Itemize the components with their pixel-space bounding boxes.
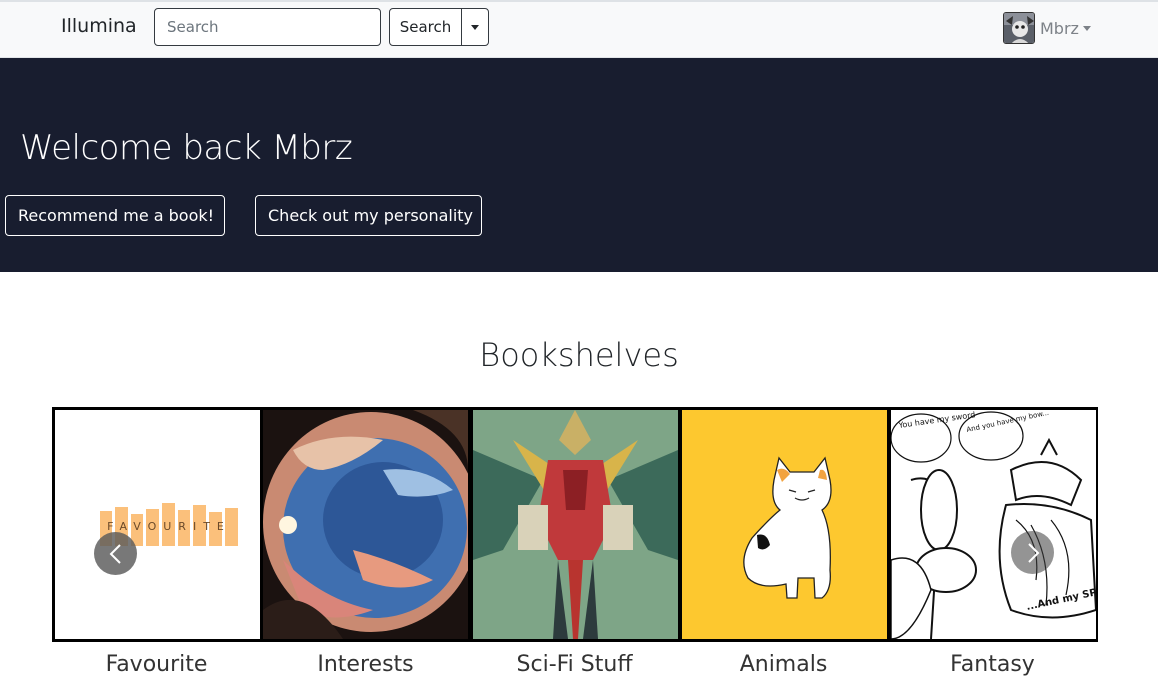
- shelf-label-animals[interactable]: Animals: [679, 652, 888, 677]
- favourite-cover-text: FAVOURITE: [107, 520, 231, 533]
- animals-cover-image: [682, 410, 887, 639]
- shelf-label-fantasy[interactable]: Fantasy: [888, 652, 1097, 677]
- user-menu-dropdown[interactable]: Mbrz: [1003, 12, 1091, 44]
- interests-cover-image: [263, 410, 468, 639]
- chevron-down-icon: [471, 25, 479, 31]
- user-name: Mbrz: [1040, 18, 1079, 38]
- shelf-label-favourite[interactable]: Favourite: [52, 652, 261, 677]
- personality-button[interactable]: Check out my personality: [255, 195, 482, 236]
- shelf-cover-fantasy[interactable]: You have my sword And you have my bow...…: [891, 410, 1096, 639]
- favourite-cover-image: FAVOURITE: [55, 410, 260, 639]
- chevron-right-icon: [1027, 542, 1039, 563]
- shelf-label-sci-fi[interactable]: Sci-Fi Stuff: [470, 652, 679, 677]
- search-input[interactable]: [154, 8, 381, 46]
- search-options-dropdown[interactable]: [461, 8, 489, 46]
- shelf-label-interests[interactable]: Interests: [261, 652, 470, 677]
- chevron-down-icon: [1082, 25, 1091, 31]
- carousel-next-button[interactable]: [1011, 531, 1054, 574]
- search-button[interactable]: Search: [389, 8, 462, 46]
- carousel-prev-button[interactable]: [94, 532, 137, 575]
- shelf-cover-sci-fi[interactable]: [473, 410, 678, 639]
- avatar: [1003, 12, 1035, 44]
- welcome-heading: Welcome back Mbrz: [20, 128, 353, 168]
- top-navbar: Illumina Search Mbrz: [0, 0, 1158, 58]
- sci-fi-cover-image: [473, 410, 678, 639]
- shelf-cover-animals[interactable]: [682, 410, 887, 639]
- bookshelves-carousel: FAVOURITE You have my sword And you have…: [52, 407, 1098, 642]
- brand-logo[interactable]: Illumina: [61, 15, 137, 37]
- chevron-left-icon: [109, 543, 121, 564]
- shelf-cover-favourite[interactable]: FAVOURITE: [55, 410, 260, 639]
- welcome-banner: Welcome back Mbrz Recommend me a book! C…: [0, 58, 1158, 272]
- bookshelf-captions: Favourite Interests Sci-Fi Stuff Animals…: [52, 652, 1098, 684]
- shelf-cover-interests[interactable]: [263, 410, 468, 639]
- fantasy-cover-image: You have my sword And you have my bow...…: [891, 410, 1096, 639]
- bookshelves-heading: Bookshelves: [479, 336, 679, 374]
- recommend-book-button[interactable]: Recommend me a book!: [5, 195, 225, 236]
